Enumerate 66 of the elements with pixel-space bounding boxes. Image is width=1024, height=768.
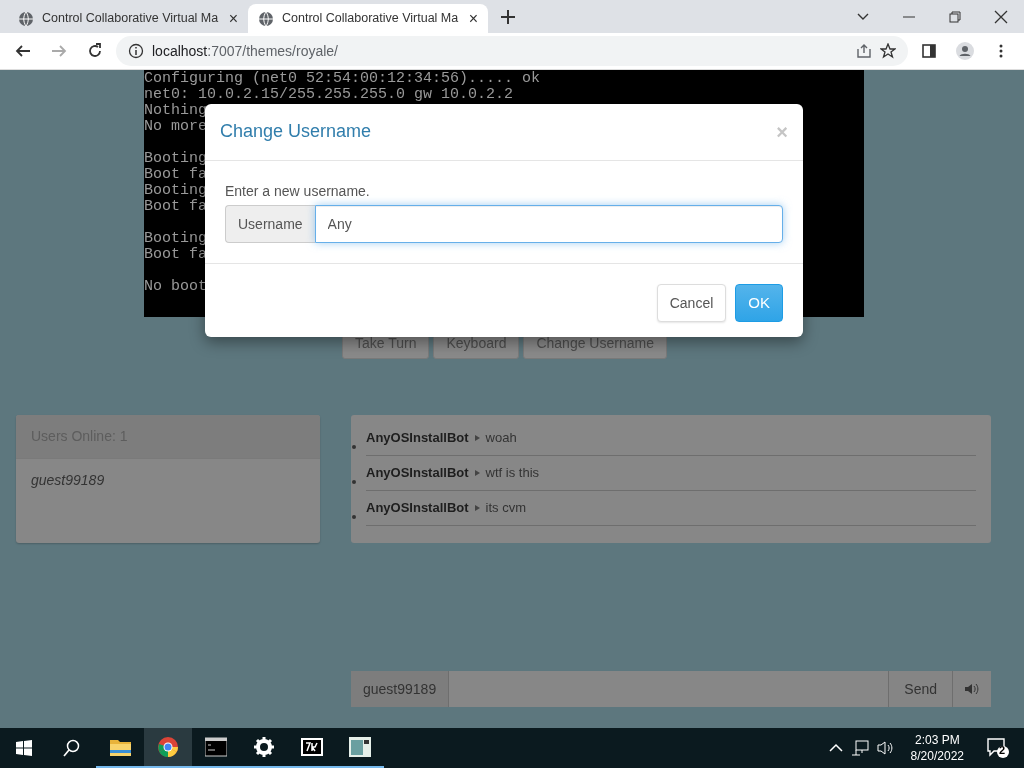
tab-title: Control Collaborative Virtual Ma xyxy=(282,10,459,28)
terminal-line: No boot xyxy=(144,278,207,295)
triangle-icon xyxy=(474,435,480,441)
app-window-icon[interactable] xyxy=(349,736,371,758)
share-icon[interactable] xyxy=(856,43,872,59)
dialog-title: Change Username xyxy=(220,121,372,143)
notification-count: 2 xyxy=(999,743,1006,758)
tab-title: Control Collaborative Virtual Ma xyxy=(42,10,219,28)
chat-username: AnyOSInstallBot xyxy=(366,499,469,518)
archive-app-icon[interactable] xyxy=(301,736,323,758)
chevron-up-icon[interactable] xyxy=(828,743,843,753)
bullet-dot xyxy=(352,445,356,449)
terminal-line: Configuring (net0 52:54:00:12:34:56)..... ok xyxy=(144,70,541,87)
tab-close-button[interactable]: × xyxy=(228,6,238,31)
restore-icon[interactable] xyxy=(948,10,962,25)
browser-tab[interactable]: Control Collaborative Virtual Ma × xyxy=(8,4,248,33)
username-addon: Username xyxy=(225,205,315,243)
reload-icon[interactable] xyxy=(87,43,103,59)
terminal-line: Boot fa xyxy=(144,198,207,215)
triangle-icon xyxy=(474,470,480,476)
bullet-dot xyxy=(352,515,356,519)
notification-bubble-icon xyxy=(986,737,1010,759)
settings-icon[interactable] xyxy=(253,736,275,758)
cancel-button[interactable]: Cancel xyxy=(656,284,727,322)
star-icon[interactable] xyxy=(880,43,896,59)
chrome-icon[interactable] xyxy=(157,736,179,758)
chat-message: wtf is this xyxy=(485,464,540,483)
terminal-line: Booting xyxy=(144,182,207,199)
info-icon xyxy=(128,43,144,59)
volume-icon[interactable] xyxy=(876,740,895,756)
side-panel-icon[interactable] xyxy=(921,43,937,59)
chat-username: AnyOSInstallBot xyxy=(366,429,469,448)
terminal-line: Boot fa xyxy=(144,246,207,263)
close-icon[interactable] xyxy=(994,10,1008,25)
browser-tab[interactable]: Control Collaborative Virtual Ma × xyxy=(248,4,488,33)
terminal-line: Boot fa xyxy=(144,166,207,183)
chat-message: its cvm xyxy=(485,499,527,518)
bullet-dot xyxy=(352,480,356,484)
terminal-line: Booting xyxy=(144,230,207,247)
globe-icon xyxy=(18,10,34,27)
clock-time[interactable]: 2:03 PM xyxy=(910,732,964,748)
address-bar[interactable]: localhost:7007/themes/royale/ xyxy=(116,36,908,66)
terminal-line: No more xyxy=(144,118,207,135)
url-text: localhost:7007/themes/royale/ xyxy=(152,41,338,61)
terminal-line: net0: 10.0.2.15/255.255.255.0 gw 10.0.2.2 xyxy=(144,86,514,103)
chat-message: woah xyxy=(485,429,517,448)
network-icon[interactable] xyxy=(850,740,869,756)
plus-icon xyxy=(501,10,515,25)
speaker-icon xyxy=(965,683,979,695)
tab-close-button[interactable]: × xyxy=(468,6,478,31)
clock-date[interactable]: 8/20/2022 xyxy=(910,748,964,764)
triangle-icon xyxy=(474,505,480,511)
globe-icon xyxy=(258,10,274,27)
notifications-button[interactable]: 2 xyxy=(980,728,1016,768)
back-arrow-icon[interactable] xyxy=(15,43,31,59)
dialog-prompt: Enter a new username. xyxy=(225,182,371,201)
sound-button[interactable] xyxy=(952,671,991,707)
console-window-icon[interactable] xyxy=(205,736,227,758)
terminal-line: Booting xyxy=(144,150,207,167)
chat-username: AnyOSInstallBot xyxy=(366,464,469,483)
user-name[interactable]: guest99189 xyxy=(16,458,320,502)
chat-username-label: guest99189 xyxy=(351,671,450,707)
username-input[interactable]: Any xyxy=(314,205,783,243)
profile-icon[interactable] xyxy=(956,42,974,60)
windows-start-icon[interactable] xyxy=(16,740,32,756)
search-icon[interactable] xyxy=(63,739,81,757)
